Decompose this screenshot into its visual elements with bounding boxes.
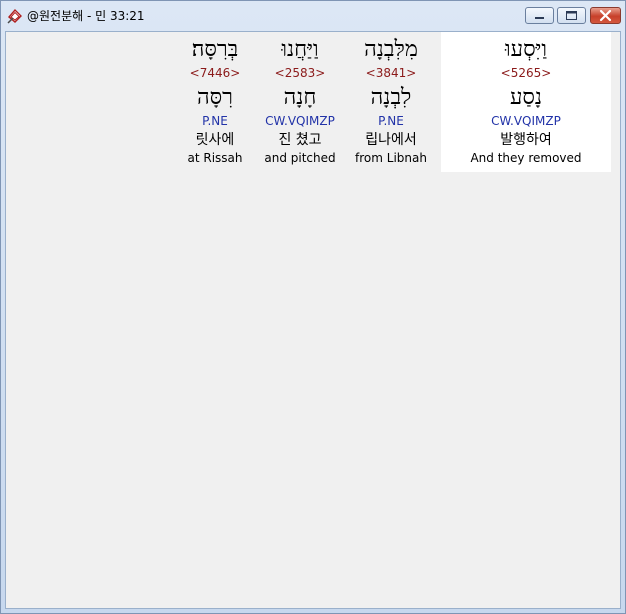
strong-number[interactable]: <5265> xyxy=(441,65,611,81)
window-title: @원전분해 - 민 33:21 xyxy=(27,9,145,23)
word-column[interactable]: מִלִּבְנָה <3841> לִבְנָה P.NE 립나에서 from… xyxy=(348,32,434,172)
english-gloss: from Libnah xyxy=(355,151,427,165)
app-window: @원전분해 - 민 33:21 בְּרִסָּה׃ <7446> רִסָּה… xyxy=(0,0,626,614)
interlinear-view[interactable]: בְּרִסָּה׃ <7446> רִסָּה P.NE 릿사에 at Ris… xyxy=(5,31,621,609)
korean-gloss: 발행하여 xyxy=(500,132,552,148)
parsing-code: P.NE xyxy=(378,114,404,128)
title-bar[interactable]: @원전분해 - 민 33:21 xyxy=(1,1,625,31)
maximize-icon xyxy=(566,11,577,20)
hebrew-root: נָסַע xyxy=(509,85,543,110)
maximize-button[interactable] xyxy=(557,7,586,24)
hebrew-root: רִסָּה xyxy=(197,85,233,110)
hebrew-word: וַיִּסְעוּ xyxy=(505,37,547,62)
english-gloss: and pitched xyxy=(264,151,336,165)
word-column[interactable]: וַיַּחֲנוּ <2583> חָנָה CW.VQIMZP 진 쳤고 a… xyxy=(259,32,341,172)
parsing-code: CW.VQIMZP xyxy=(265,114,335,128)
english-gloss: at Rissah xyxy=(187,151,243,165)
minimize-button[interactable] xyxy=(525,7,554,24)
hebrew-word: בְּרִסָּה׃ xyxy=(191,37,239,62)
korean-gloss: 립나에서 xyxy=(365,132,417,148)
hebrew-root: לִבְנָה xyxy=(370,85,412,110)
hebrew-word: מִלִּבְנָה xyxy=(364,37,418,62)
strong-number[interactable]: <3841> xyxy=(348,65,434,81)
close-icon xyxy=(599,9,612,22)
parsing-code: P.NE xyxy=(202,114,228,128)
parsing-code: CW.VQIMZP xyxy=(491,114,561,128)
bible-app-icon[interactable] xyxy=(7,8,23,24)
hebrew-word: וַיַּחֲנוּ xyxy=(281,37,319,62)
close-button[interactable] xyxy=(590,7,621,24)
korean-gloss: 릿사에 xyxy=(195,132,235,148)
minimize-icon xyxy=(535,17,544,19)
word-column[interactable]: בְּרִסָּה׃ <7446> רִסָּה P.NE 릿사에 at Ris… xyxy=(171,32,259,172)
word-column-selected[interactable]: וַיִּסְעוּ <5265> נָסַע CW.VQIMZP 발행하여 A… xyxy=(441,32,611,172)
hebrew-root: חָנָה xyxy=(283,85,317,110)
english-gloss: And they removed xyxy=(470,151,582,165)
strong-number[interactable]: <2583> xyxy=(259,65,341,81)
korean-gloss: 진 쳤고 xyxy=(278,132,322,148)
strong-number[interactable]: <7446> xyxy=(171,65,259,81)
